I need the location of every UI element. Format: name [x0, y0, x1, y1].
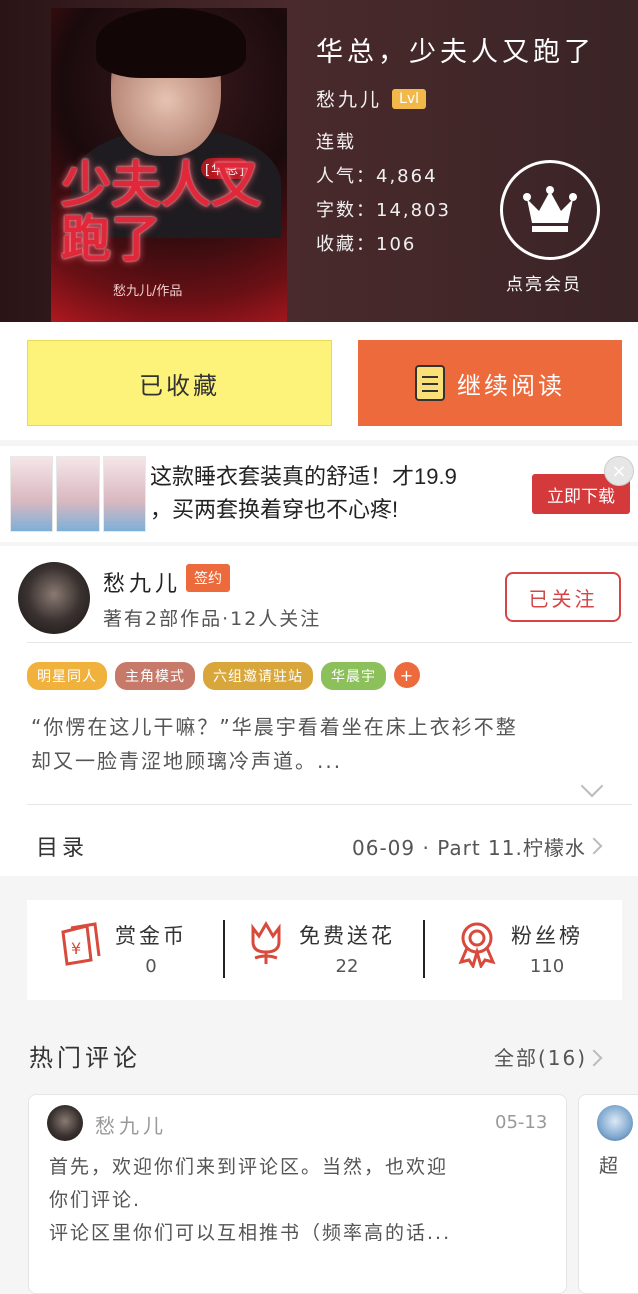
comment-author[interactable]: 愁九儿 [95, 1110, 167, 1139]
stat-value: 0 [145, 956, 157, 977]
book-cover[interactable]: [华总] 少夫人又跑了 愁九儿/作品 [51, 8, 287, 322]
comments-title: 热门评论 [29, 1044, 141, 1072]
divider [27, 642, 632, 643]
book-author[interactable]: 愁九儿 [316, 85, 382, 112]
stat-label: 赏金币 [115, 924, 187, 948]
cover-figure-hair [96, 8, 246, 78]
stat-value: 22 [335, 956, 359, 977]
vip-label[interactable]: 点亮会员 [506, 270, 582, 295]
stat-free-flowers[interactable]: 免费送花 22 [245, 920, 395, 977]
toc-label[interactable]: 目录 [36, 830, 88, 862]
avatar[interactable] [597, 1105, 633, 1141]
flower-icon [251, 921, 281, 964]
popularity-value: 4,864 [376, 166, 438, 187]
word-count-value: 14,803 [376, 200, 451, 221]
all-comments-link[interactable]: 全部(16) [494, 1042, 587, 1071]
stat-reward-coins[interactable]: ¥ 赏金币 0 [57, 920, 187, 977]
comment-card[interactable]: 愁九儿 05-13 首先，欢迎你们来到评论区。当然，也欢迎 你们评论. 评论区里… [28, 1094, 567, 1294]
favorited-button[interactable]: 已收藏 [27, 340, 332, 426]
book-header: [华总] 少夫人又跑了 愁九儿/作品 华总，少夫人又跑了 愁九儿 Lvl 连载 … [0, 0, 638, 322]
author-card: 愁九儿 签约 著有2部作品·12人关注 已关注 明星同人 主角模式 六组邀请驻站… [0, 546, 638, 876]
tag-list: 明星同人 主角模式 六组邀请驻站 华晨宇 + [27, 662, 420, 690]
toc-latest-chapter[interactable]: 06-09 · Part 11.柠檬水 [352, 832, 586, 861]
stats-bar: ¥ 赏金币 0 免费送花 22 粉丝榜 110 [27, 900, 622, 1000]
tag-chip[interactable]: 华晨宇 [321, 662, 386, 690]
favorites-value: 106 [376, 234, 417, 255]
comment-body: 首先，欢迎你们来到评论区。当然，也欢迎 你们评论. 评论区里你们可以互相推书（频… [49, 1156, 452, 1244]
tag-chip[interactable]: 明星同人 [27, 662, 107, 690]
divider [223, 920, 225, 978]
action-bar: 已收藏 继续阅读 [0, 322, 638, 440]
tag-chip[interactable]: 主角模式 [115, 662, 195, 690]
cover-author-mark: 愁九儿/作品 [113, 284, 183, 299]
author-row: 愁九儿 Lvl [316, 85, 616, 112]
book-title: 华总，少夫人又跑了 [316, 37, 595, 68]
level-badge: Lvl [392, 88, 426, 109]
ad-text: 这款睡衣套装真的舒适！才19.9 ，买两套换着穿也不心疼! [150, 464, 457, 522]
chevron-right-icon[interactable] [585, 837, 603, 855]
continue-reading-button[interactable]: 继续阅读 [358, 340, 622, 426]
chevron-down-icon[interactable] [580, 774, 604, 798]
avatar[interactable] [47, 1105, 83, 1141]
ad-image [10, 456, 146, 532]
stat-label: 免费送花 [299, 924, 395, 948]
continue-reading-label: 继续阅读 [457, 371, 565, 400]
comments-header: 热门评论 全部(16) [0, 1020, 638, 1092]
cover-title-art: 少夫人又跑了 [61, 155, 261, 268]
crown-icon [523, 186, 577, 232]
avatar[interactable] [18, 562, 90, 634]
add-tag-button[interactable]: + [394, 662, 420, 688]
chevron-right-icon[interactable] [585, 1049, 603, 1067]
vip-crown-button[interactable] [500, 160, 600, 260]
comment-card[interactable]: 超 [578, 1094, 638, 1294]
ad-banner[interactable]: 这款睡衣套装真的舒适！才19.9 ，买两套换着穿也不心疼! 立即下载 [0, 446, 638, 542]
book-description[interactable]: “你愣在这儿干嘛？”华晨宇看着坐在床上衣衫不整 却又一脸青涩地顾璃冷声道。... [31, 710, 621, 778]
stat-value: 110 [529, 956, 565, 977]
author-stats: 著有2部作品·12人关注 [103, 608, 322, 630]
book-status: 连载 [316, 132, 356, 153]
close-icon[interactable]: × [604, 456, 634, 486]
follow-button[interactable]: 已关注 [505, 572, 621, 622]
stat-label: 粉丝榜 [511, 924, 583, 948]
book-icon [415, 365, 445, 401]
divider [27, 804, 632, 805]
red-envelope-icon: ¥ [61, 922, 101, 966]
medal-icon [458, 922, 496, 968]
stat-fan-ranking[interactable]: 粉丝榜 110 [455, 920, 583, 977]
comment-body: 超 [599, 1155, 619, 1177]
tag-chip[interactable]: 六组邀请驻站 [203, 662, 313, 690]
divider [423, 920, 425, 978]
signed-badge: 签约 [186, 564, 230, 592]
author-name[interactable]: 愁九儿 [103, 566, 181, 598]
svg-text:¥: ¥ [71, 939, 81, 958]
comment-date: 05-13 [495, 1112, 548, 1133]
